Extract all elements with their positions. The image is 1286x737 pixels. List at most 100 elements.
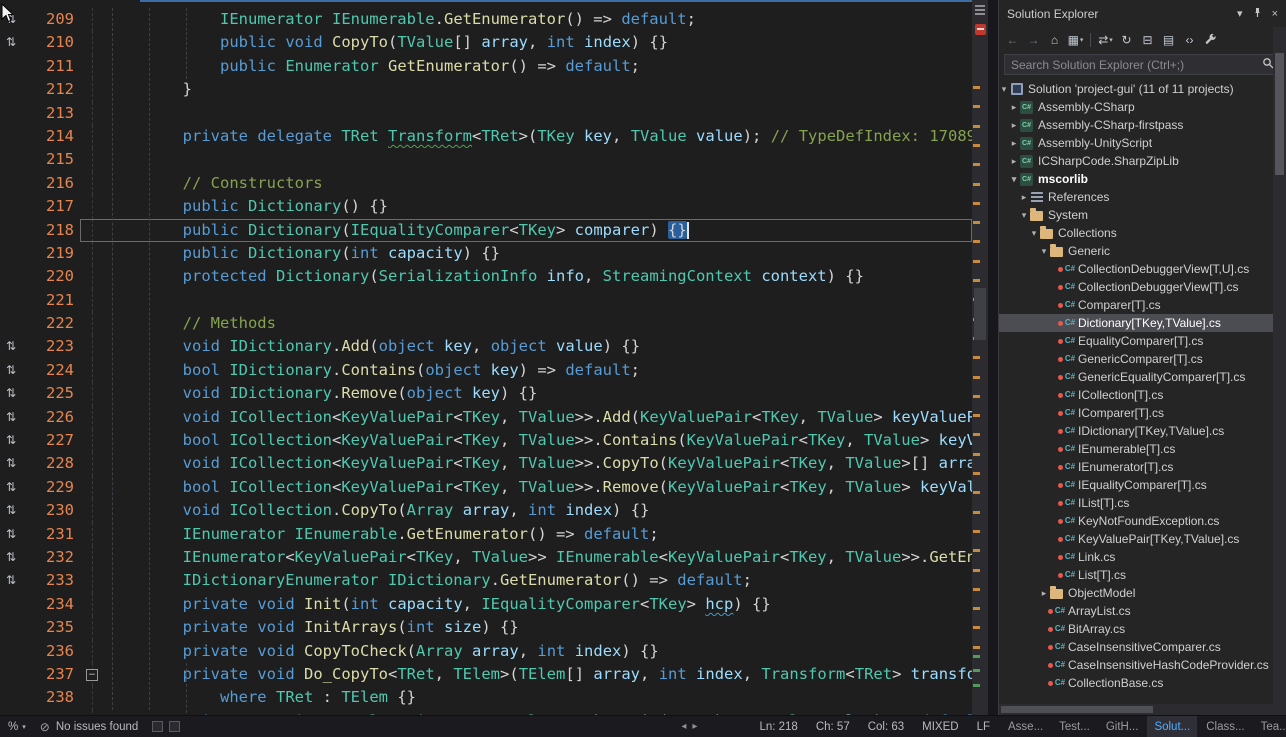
document-health-icon[interactable]	[975, 24, 986, 35]
implements-glyph-icon[interactable]: ⇅	[0, 359, 22, 382]
implements-glyph-icon[interactable]: ⇅	[0, 569, 22, 592]
issues-indicator[interactable]: ⊘ No issues found	[40, 720, 139, 734]
code-line[interactable]: 217 public Dictionary() {}	[0, 195, 972, 218]
outlining-margin[interactable]	[78, 546, 108, 569]
code-line[interactable]: 215	[0, 148, 972, 171]
tree-item[interactable]: C#EqualityComparer[T].cs	[999, 332, 1286, 350]
chevron-collapsed-icon[interactable]: ▸	[1009, 156, 1019, 167]
tree-item[interactable]: ▸C#ICSharpCode.SharpZipLib	[999, 152, 1286, 170]
outlining-margin[interactable]	[78, 686, 108, 709]
chevron-expanded-icon[interactable]: ▾	[1029, 228, 1039, 239]
code-line[interactable]: 235 private void InitArrays(int size) {}	[0, 616, 972, 639]
window-position-icon[interactable]: ▾	[1237, 7, 1243, 20]
outlining-margin[interactable]	[78, 452, 108, 475]
outlining-margin[interactable]	[78, 242, 108, 265]
tree-item[interactable]: C#Dictionary[TKey,TValue].cs	[999, 314, 1286, 332]
tree-item[interactable]: C#KeyValuePair[TKey,TValue].cs	[999, 530, 1286, 548]
implements-glyph-icon[interactable]: ⇅	[0, 523, 22, 546]
scroll-right-icon[interactable]: ▸	[692, 721, 697, 732]
outlining-margin[interactable]	[78, 102, 108, 125]
code-line[interactable]: 234 private void Init(int capacity, IEqu…	[0, 593, 972, 616]
code-line[interactable]: 238 where TRet : TElem {}	[0, 686, 972, 709]
tab-class-view[interactable]: Class...	[1199, 716, 1251, 737]
outlining-margin[interactable]: −	[78, 663, 108, 686]
implements-glyph-icon[interactable]: ⇅	[0, 429, 22, 452]
code-editor[interactable]: ⇅209 IEnumerator IEnumerable.GetEnumerat…	[0, 0, 972, 715]
outlining-margin[interactable]	[78, 31, 108, 54]
tree-item[interactable]: C#BitArray.cs	[999, 620, 1286, 638]
code-line[interactable]: ⇅226 void ICollection<KeyValuePair<TKey,…	[0, 406, 972, 429]
code-line[interactable]: 237− private void Do_CopyTo<TRet, TElem>…	[0, 663, 972, 686]
code-line[interactable]: ⇅229 bool ICollection<KeyValuePair<TKey,…	[0, 476, 972, 499]
chevron-collapsed-icon[interactable]: ▸	[1009, 138, 1019, 149]
tree-item[interactable]: C#CollectionDebuggerView[T].cs	[999, 278, 1286, 296]
implements-glyph-icon[interactable]: ⇅	[0, 8, 22, 31]
chevron-expanded-icon[interactable]: ▾	[1009, 174, 1019, 185]
code-line[interactable]: 211 public Enumerator GetEnumerator() =>…	[0, 55, 972, 78]
code-line[interactable]: 216 // Constructors	[0, 172, 972, 195]
tree-item[interactable]: C#GenericComparer[T].cs	[999, 350, 1286, 368]
switch-views-button[interactable]: ▦▾	[1066, 30, 1085, 50]
tree-item[interactable]: ▾Solution 'project-gui' (11 of 11 projec…	[999, 80, 1286, 98]
outlining-margin[interactable]	[78, 359, 108, 382]
outlining-margin[interactable]	[78, 8, 108, 31]
outlining-margin[interactable]	[78, 312, 108, 335]
tree-item[interactable]: C#IEqualityComparer[T].cs	[999, 476, 1286, 494]
code-line[interactable]: 221	[0, 289, 972, 312]
outlining-margin[interactable]	[78, 219, 108, 242]
forward-button[interactable]: →	[1024, 30, 1043, 50]
code-line[interactable]: ⇅225 void IDictionary.Remove(object key)…	[0, 382, 972, 405]
code-line[interactable]: 213	[0, 102, 972, 125]
code-line[interactable]: ⇅209 IEnumerator IEnumerable.GetEnumerat…	[0, 8, 972, 31]
code-line[interactable]: 222 // Methods	[0, 312, 972, 335]
tree-item[interactable]: C#GenericEqualityComparer[T].cs	[999, 368, 1286, 386]
outlining-margin[interactable]	[78, 593, 108, 616]
implements-glyph-icon[interactable]: ⇅	[0, 499, 22, 522]
code-line[interactable]: ⇅223 void IDictionary.Add(object key, ob…	[0, 335, 972, 358]
diff-icon[interactable]	[152, 721, 163, 732]
tree-item[interactable]: ▸ObjectModel	[999, 584, 1286, 602]
tab-github[interactable]: GitH...	[1099, 716, 1146, 737]
outlining-margin[interactable]	[78, 172, 108, 195]
line-indicator[interactable]: Ln: 218	[759, 721, 797, 733]
column-indicator[interactable]: Col: 63	[868, 721, 904, 733]
tree-item[interactable]: ▾C#mscorlib	[999, 170, 1286, 188]
tree-item[interactable]: C#CollectionDebuggerView[T,U].cs	[999, 260, 1286, 278]
code-line[interactable]: ⇅228 void ICollection<KeyValuePair<TKey,…	[0, 452, 972, 475]
code-line[interactable]: 236 private void CopyToCheck(Array array…	[0, 640, 972, 663]
chevron-expanded-icon[interactable]: ▾	[1039, 246, 1049, 257]
code-line[interactable]: ⇅210 public void CopyTo(TValue[] array, …	[0, 31, 972, 54]
code-line[interactable]: 212 }	[0, 78, 972, 101]
tree-item[interactable]: C#IEnumerable[T].cs	[999, 440, 1286, 458]
code-line[interactable]: ⇅233 IDictionaryEnumerator IDictionary.G…	[0, 569, 972, 592]
split-editor-grip[interactable]	[975, 5, 985, 15]
outlining-margin[interactable]	[78, 616, 108, 639]
show-all-files-button[interactable]: ▤	[1159, 30, 1178, 50]
implements-glyph-icon[interactable]: ⇅	[0, 546, 22, 569]
editor-scrollbar[interactable]	[972, 0, 988, 715]
outlining-margin[interactable]	[78, 569, 108, 592]
search-box[interactable]	[1004, 54, 1281, 75]
tree-item[interactable]: ▾System	[999, 206, 1286, 224]
scroll-left-icon[interactable]: ◂	[681, 721, 686, 732]
tree-item[interactable]: C#Comparer[T].cs	[999, 296, 1286, 314]
code-line[interactable]: 214 private delegate TRet Transform<TRet…	[0, 125, 972, 148]
outlining-margin[interactable]	[78, 710, 108, 715]
outlining-margin[interactable]	[78, 640, 108, 663]
eol-indicator[interactable]: LF	[977, 721, 990, 733]
refresh-button[interactable]: ↻	[1117, 30, 1136, 50]
tree-item[interactable]: ▾Generic	[999, 242, 1286, 260]
chevron-collapsed-icon[interactable]: ▸	[1009, 102, 1019, 113]
tree-item[interactable]: C#IComparer[T].cs	[999, 404, 1286, 422]
character-indicator[interactable]: Ch: 57	[816, 721, 850, 733]
outlining-margin[interactable]	[78, 55, 108, 78]
code-line[interactable]: ⇅231 IEnumerator IEnumerable.GetEnumerat…	[0, 523, 972, 546]
chevron-collapsed-icon[interactable]: ▸	[1009, 120, 1019, 131]
view-code-button[interactable]: ‹›	[1180, 30, 1199, 50]
tree-item[interactable]: ▸C#Assembly-CSharp-firstpass	[999, 116, 1286, 134]
tree-item[interactable]: C#IDictionary[TKey,TValue].cs	[999, 422, 1286, 440]
implements-glyph-icon[interactable]: ⇅	[0, 382, 22, 405]
outlining-margin[interactable]	[78, 476, 108, 499]
tab-solution-explorer[interactable]: Solut...	[1147, 716, 1197, 737]
tab-test-explorer[interactable]: Test...	[1052, 716, 1097, 737]
